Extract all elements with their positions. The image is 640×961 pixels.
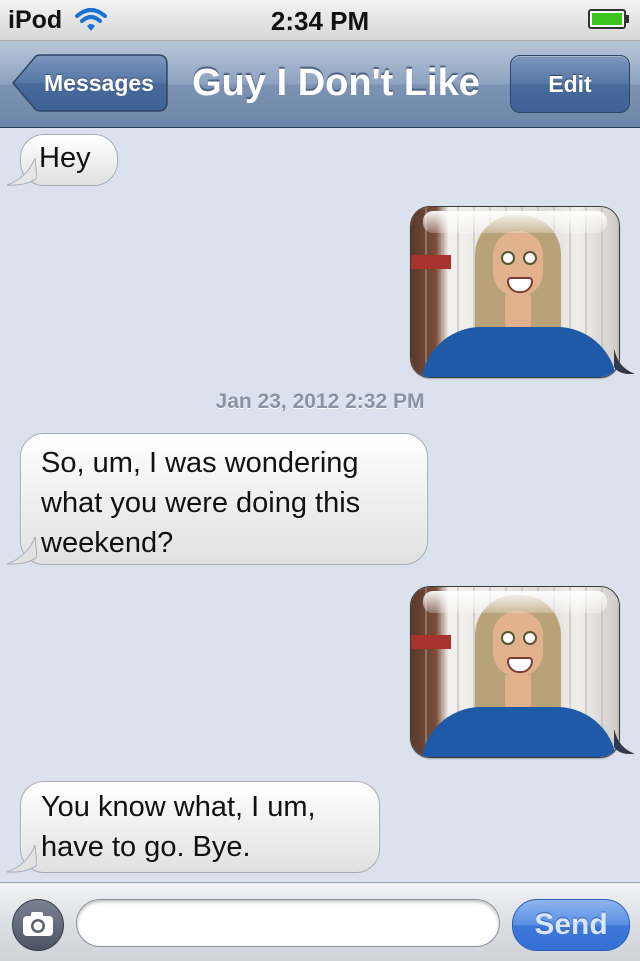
battery-icon <box>588 9 630 29</box>
navigation-bar: Messages Guy I Don't Like Edit <box>0 41 640 128</box>
messages-back-label: Messages <box>44 70 154 96</box>
message-bubble-received[interactable]: So, um, I was wondering what you were do… <box>7 433 428 565</box>
message-composer: Send <box>0 882 640 961</box>
message-bubble-received[interactable]: Hey <box>7 134 118 186</box>
sent-photo[interactable] <box>410 206 620 378</box>
message-line: what you were doing this <box>41 487 361 519</box>
camera-button[interactable] <box>12 899 64 951</box>
camera-icon <box>23 912 53 936</box>
message-line: weekend? <box>41 527 174 559</box>
message-text: Hey <box>39 142 91 174</box>
send-button[interactable]: Send <box>512 899 630 951</box>
status-bar: iPod 2:34 PM <box>0 0 640 41</box>
message-line: So, um, I was wondering <box>41 447 359 479</box>
messages-back-button[interactable]: Messages <box>12 54 168 112</box>
conversation-title: Guy I Don't Like <box>192 62 480 104</box>
message-line: You know what, I um, <box>41 791 316 823</box>
message-text: You know what, I um, have to go. Bye. <box>21 782 379 876</box>
photo-tail <box>614 729 634 754</box>
message-line: have to go. Bye. <box>41 831 251 863</box>
message-input[interactable] <box>76 899 500 947</box>
sent-photo[interactable] <box>410 586 620 758</box>
message-bubble-received[interactable]: You know what, I um, have to go. Bye. <box>7 781 380 876</box>
edit-button[interactable]: Edit <box>510 55 630 113</box>
message-text: So, um, I was wondering what you were do… <box>21 434 427 572</box>
message-timestamp: Jan 23, 2012 2:32 PM <box>215 390 425 413</box>
photo-tail <box>614 349 634 374</box>
status-time: 2:34 PM <box>270 6 370 36</box>
